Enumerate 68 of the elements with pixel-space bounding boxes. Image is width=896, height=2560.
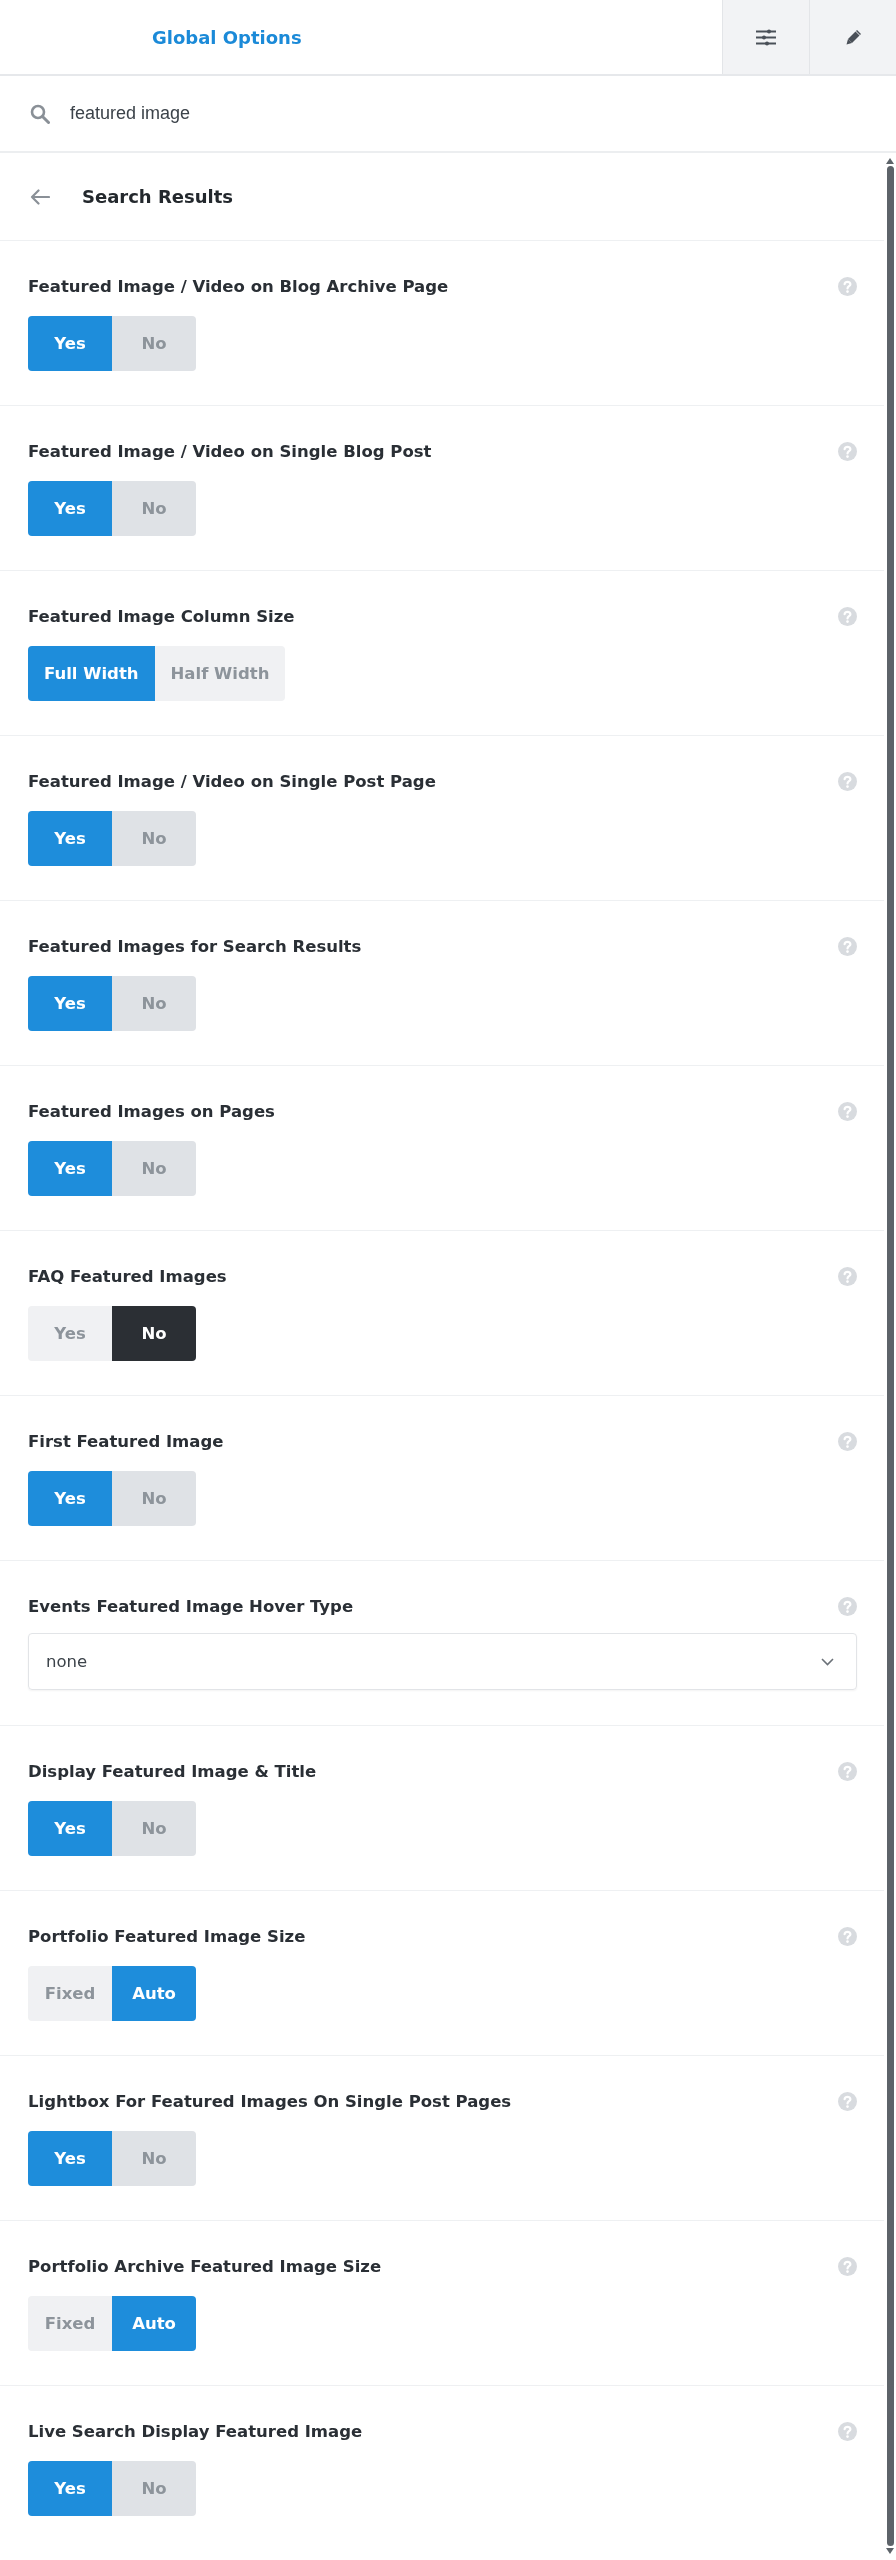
toggle-option[interactable]: No [112, 976, 196, 1031]
option-label: Featured Image / Video on Single Blog Post [28, 441, 432, 461]
toggle-option[interactable]: Full Width [28, 646, 155, 701]
option-label: Featured Image Column Size [28, 606, 295, 626]
option-label: First Featured Image [28, 1431, 224, 1451]
toggle-option[interactable]: No [112, 1306, 196, 1361]
option-label: Events Featured Image Hover Type [28, 1596, 354, 1616]
help-icon[interactable] [838, 771, 857, 791]
option-label: Display Featured Image & Title [28, 1761, 317, 1781]
toggle-option[interactable]: No [112, 1471, 196, 1526]
toggle-option[interactable]: Half Width [154, 646, 286, 701]
help-icon[interactable] [838, 2091, 857, 2111]
help-icon[interactable] [838, 1266, 857, 1286]
help-icon[interactable] [838, 1431, 857, 1451]
toggle-option[interactable]: Yes [28, 481, 112, 536]
help-icon[interactable] [838, 1101, 857, 1121]
toggle-option[interactable]: No [112, 481, 196, 536]
search-field[interactable]: featured image [70, 99, 866, 128]
help-icon[interactable] [838, 2256, 857, 2276]
toggle-option[interactable]: Fixed [28, 2296, 112, 2351]
toggle-option[interactable]: No [112, 2461, 196, 2516]
toggle-option[interactable]: No [112, 316, 196, 371]
scrollbar-thumb[interactable] [886, 166, 894, 2546]
option-label: Featured Image / Video on Single Post Page [28, 771, 436, 791]
option-label: Featured Image / Video on Blog Archive Page [28, 276, 449, 296]
help-icon[interactable] [838, 1761, 857, 1781]
toggle-option[interactable]: No [112, 1801, 196, 1856]
help-icon[interactable] [838, 936, 857, 956]
panel-title: Global Options [152, 26, 302, 48]
option-label: FAQ Featured Images [28, 1266, 227, 1286]
option-label: Featured Images for Search Results [28, 936, 362, 956]
help-icon[interactable] [838, 276, 857, 296]
toggle-option[interactable]: Yes [28, 2461, 112, 2516]
toggle-option[interactable]: Auto [112, 2296, 196, 2351]
toggle-option[interactable]: Yes [28, 1306, 112, 1361]
toggle-option[interactable]: Auto [112, 1966, 196, 2021]
help-icon[interactable] [838, 606, 857, 626]
results-title: Search Results [82, 186, 234, 207]
settings-tab[interactable] [722, 0, 809, 74]
scroll-down-icon[interactable] [886, 2548, 894, 2554]
toggle-option[interactable]: Yes [28, 976, 112, 1031]
dropdown-field[interactable]: none [28, 1633, 857, 1690]
toggle-option[interactable]: Yes [28, 2131, 112, 2186]
toggle-option[interactable]: No [112, 2131, 196, 2186]
scroll-up-icon[interactable] [886, 158, 894, 164]
option-label: Portfolio Featured Image Size [28, 1926, 306, 1946]
toggle-option[interactable]: Yes [28, 1801, 112, 1856]
help-icon[interactable] [838, 2421, 857, 2441]
help-icon[interactable] [838, 441, 857, 461]
pen-icon [845, 29, 861, 45]
style-tab[interactable] [809, 0, 896, 74]
toggle-option[interactable]: Fixed [28, 1966, 112, 2021]
back-arrow-icon[interactable] [30, 188, 50, 205]
option-label: Portfolio Archive Featured Image Size [28, 2256, 382, 2276]
help-icon[interactable] [838, 1926, 857, 1946]
toggle-option[interactable]: Yes [28, 1141, 112, 1196]
option-label: Featured Images on Pages [28, 1101, 275, 1121]
search-icon [30, 103, 50, 124]
toggle-option[interactable]: Yes [28, 1471, 112, 1526]
sliders-icon [756, 28, 776, 46]
toggle-option[interactable]: No [112, 1141, 196, 1196]
option-label: Live Search Display Featured Image [28, 2421, 363, 2441]
toggle-option[interactable]: No [112, 811, 196, 866]
toggle-option[interactable]: Yes [28, 316, 112, 371]
option-label: Lightbox For Featured Images On Single Post Pages [28, 2091, 512, 2111]
chevron-down-icon [821, 1657, 834, 1666]
help-icon[interactable] [838, 1596, 857, 1616]
toggle-option[interactable]: Yes [28, 811, 112, 866]
